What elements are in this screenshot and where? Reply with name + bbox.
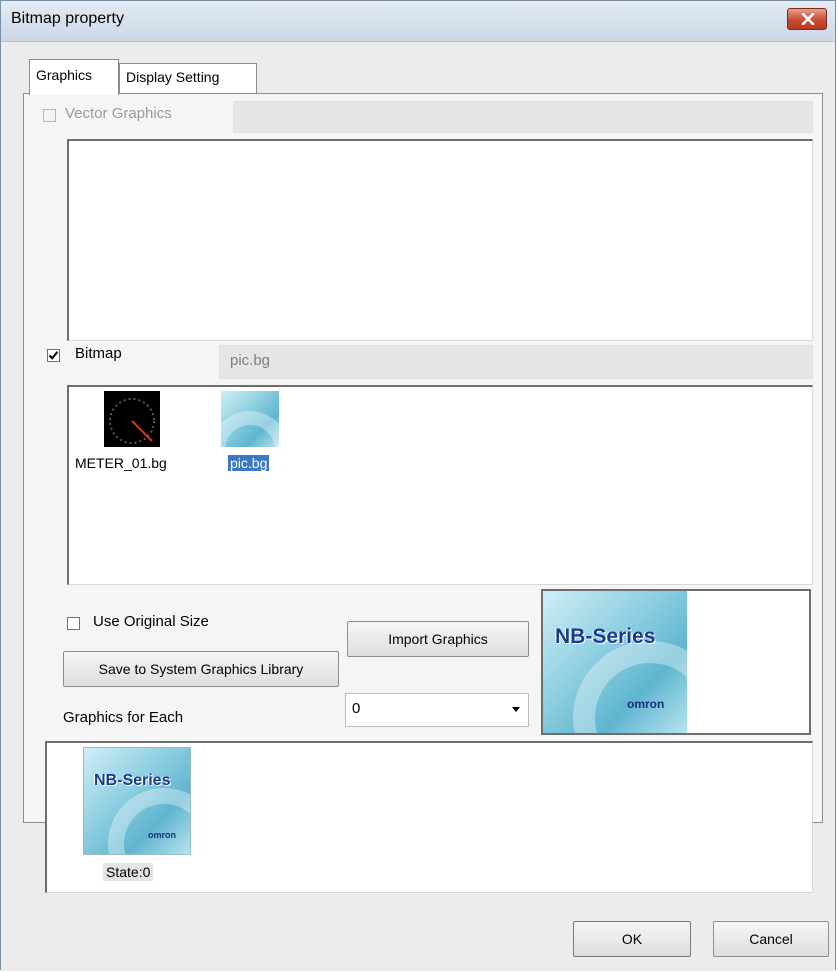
state-thumbnail-maker: omron — [148, 830, 176, 840]
ok-button[interactable]: OK — [573, 921, 691, 957]
state-label: State:0 — [103, 863, 154, 881]
title-bar[interactable]: Bitmap property — [1, 1, 835, 42]
state-select-value: 0 — [352, 700, 361, 717]
file-item-pic[interactable]: pic.bg — [209, 387, 309, 487]
meter-thumbnail — [104, 391, 160, 447]
use-original-size-label: Use Original Size — [93, 613, 209, 630]
vector-graphics-field — [233, 101, 813, 133]
save-to-library-button[interactable]: Save to System Graphics Library — [63, 651, 339, 687]
bitmap-checkbox[interactable] — [47, 349, 60, 362]
preview-box: NB-Series omron — [541, 589, 811, 735]
vector-graphics-checkbox[interactable] — [43, 109, 56, 122]
tab-display-setting[interactable]: Display Setting — [119, 63, 257, 93]
tab-display-setting-label: Display Setting — [126, 69, 220, 85]
close-icon — [801, 13, 815, 25]
checkmark-icon — [48, 351, 59, 360]
cancel-button[interactable]: Cancel — [713, 921, 829, 957]
file-item-meter[interactable]: METER_01.bg — [69, 387, 199, 487]
import-graphics-label: Import Graphics — [388, 631, 488, 647]
ok-label: OK — [621, 931, 643, 947]
chevron-down-icon — [512, 707, 520, 712]
preview-maker: omron — [627, 697, 665, 711]
state-thumbnail-brand: NB-Series — [94, 772, 171, 789]
graphics-for-each-label: Graphics for Each — [63, 709, 184, 726]
state-thumbnail: NB-Series omron — [83, 747, 191, 855]
import-graphics-button[interactable]: Import Graphics — [347, 621, 529, 657]
state-select[interactable]: 0 — [345, 693, 529, 727]
bitmap-label: Bitmap — [75, 345, 122, 362]
tab-graphics[interactable]: Graphics — [29, 59, 119, 95]
state-list[interactable]: NB-Series omron State:0 — [45, 741, 813, 893]
pic-thumbnail — [221, 391, 279, 447]
dialog-footer — [1, 901, 835, 971]
save-to-library-label: Save to System Graphics Library — [98, 661, 304, 677]
tab-graphics-label: Graphics — [36, 67, 93, 83]
file-name-pic: pic.bg — [228, 455, 270, 471]
state-item[interactable]: NB-Series omron State:0 — [83, 747, 193, 887]
close-button[interactable] — [787, 8, 827, 30]
use-original-size-checkbox[interactable] — [67, 617, 80, 630]
preview-swirl — [573, 641, 687, 733]
thumbnail-swirl — [221, 411, 279, 447]
vector-graphics-label: Vector Graphics — [65, 105, 172, 122]
preview-brand: NB-Series — [555, 625, 656, 648]
file-name-meter: METER_01.bg — [75, 455, 167, 471]
window-title: Bitmap property — [11, 10, 124, 27]
cancel-label: Cancel — [749, 931, 793, 947]
bitmap-property-dialog: Bitmap property Graphics Display Setting… — [0, 0, 836, 971]
state-thumbnail-swirl — [108, 788, 190, 854]
bitmap-file-list[interactable]: METER_01.bg pic.bg — [67, 385, 813, 585]
preview-graphic: NB-Series omron — [543, 591, 687, 733]
vector-graphics-list[interactable] — [67, 139, 813, 341]
bitmap-field: pic.bg — [219, 345, 813, 379]
